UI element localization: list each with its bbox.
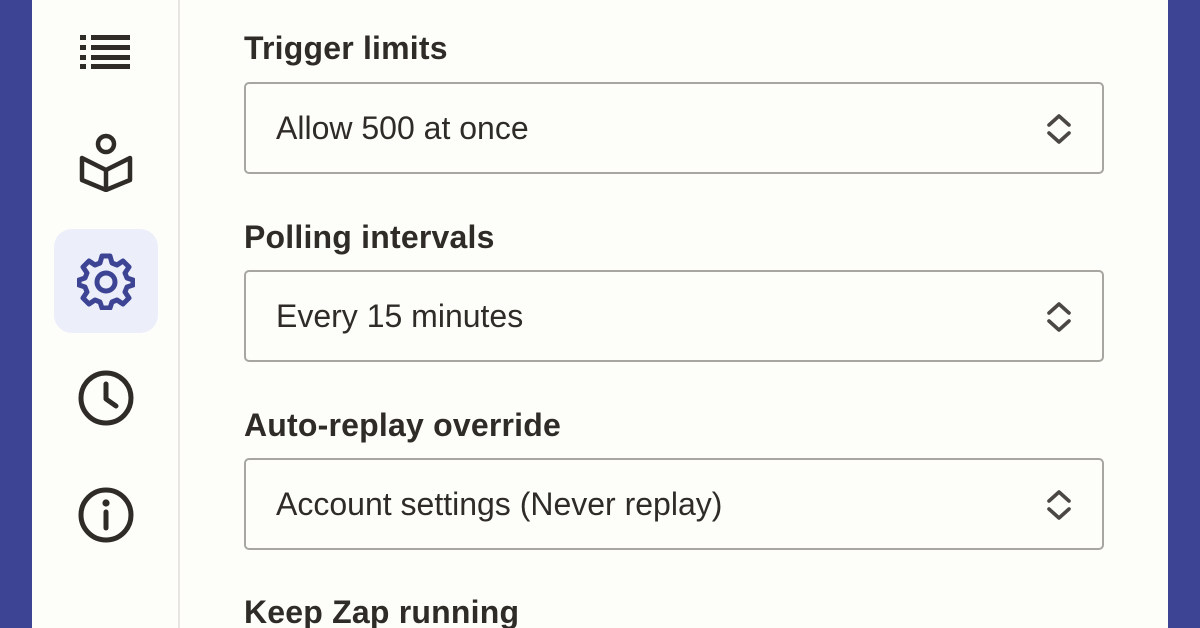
sidebar [32, 0, 180, 628]
sidebar-item-history[interactable] [54, 346, 158, 450]
chevron-up-down-icon [1047, 114, 1071, 144]
list-icon [80, 35, 130, 69]
auto-replay-override-value: Account settings (Never replay) [276, 486, 723, 522]
polling-intervals-value: Every 15 minutes [276, 298, 524, 334]
info-icon [78, 487, 134, 543]
sidebar-item-details[interactable] [54, 463, 158, 567]
sidebar-item-guide[interactable] [54, 110, 158, 214]
auto-replay-override-label: Auto-replay override [244, 407, 561, 443]
polling-intervals-label: Polling intervals [244, 219, 495, 255]
sidebar-item-outline[interactable] [54, 0, 158, 104]
chevron-up-down-icon [1047, 490, 1071, 520]
keep-zap-running-label: Keep Zap running [244, 594, 520, 628]
book-reader-icon [79, 133, 133, 192]
polling-intervals-select[interactable]: Every 15 minutes [244, 270, 1104, 362]
auto-replay-override-select[interactable]: Account settings (Never replay) [244, 458, 1104, 550]
settings-panel: Trigger limits Allow 500 at once Polling… [32, 0, 1168, 628]
trigger-limits-select[interactable]: Allow 500 at once [244, 82, 1104, 174]
gear-icon [77, 253, 135, 310]
clock-icon [78, 370, 134, 426]
trigger-limits-label: Trigger limits [244, 30, 448, 66]
sidebar-item-settings[interactable] [54, 229, 158, 333]
trigger-limits-value: Allow 500 at once [276, 110, 529, 146]
chevron-up-down-icon [1047, 302, 1071, 332]
